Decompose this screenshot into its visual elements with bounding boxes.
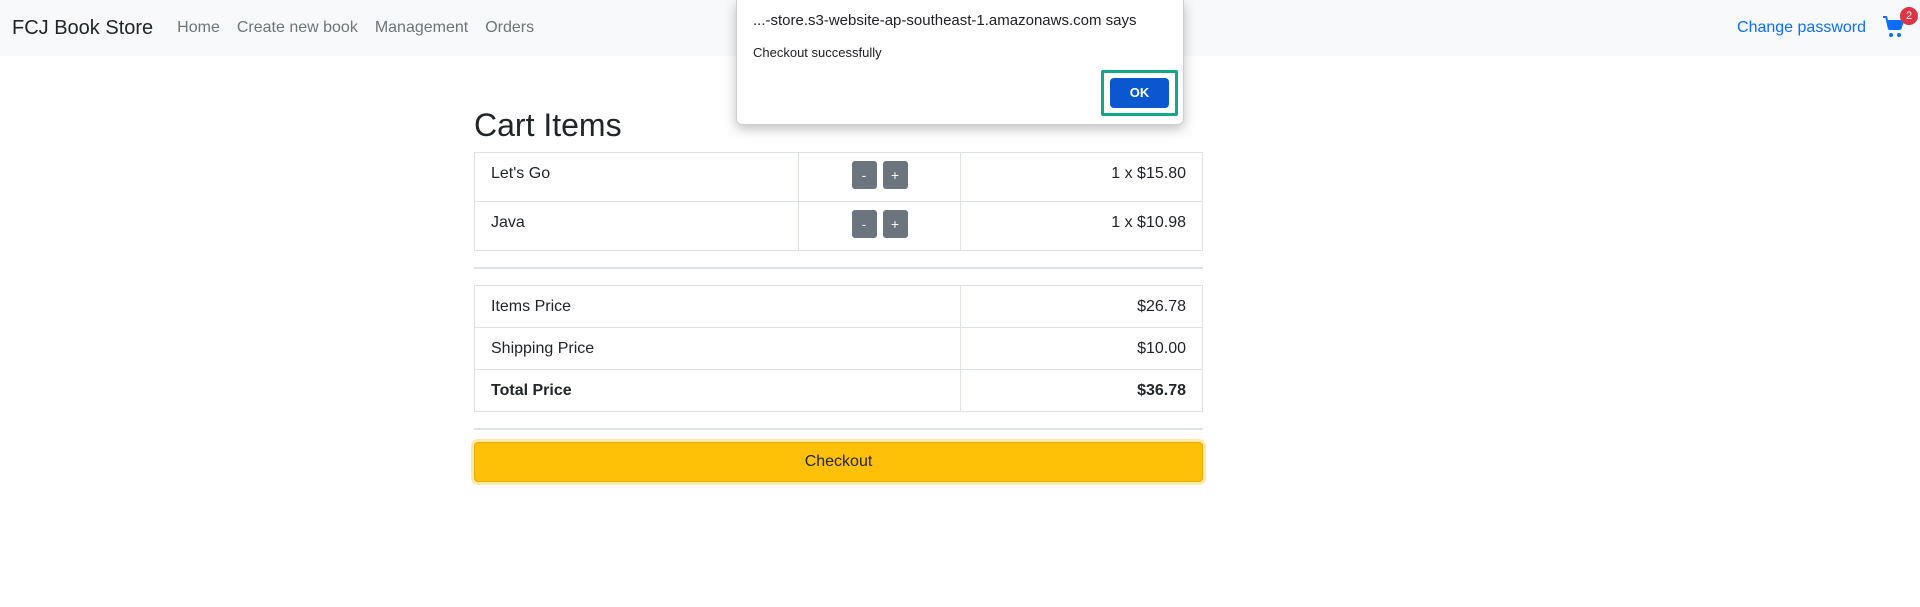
divider: [474, 267, 1203, 269]
summary-row-shipping: Shipping Price $10.00: [474, 327, 1203, 370]
increase-qty-button[interactable]: +: [882, 210, 908, 238]
nav-link-orders[interactable]: Orders: [485, 19, 534, 37]
nav-link-home[interactable]: Home: [177, 19, 220, 37]
ok-button[interactable]: OK: [1110, 78, 1169, 108]
checkout-button[interactable]: Checkout: [474, 442, 1203, 482]
nav-link-create-new-book[interactable]: Create new book: [237, 19, 358, 37]
total-price-value: $36.78: [960, 369, 1203, 412]
cart-item-row: Let's Go - + 1 x $15.80: [474, 152, 1203, 202]
change-password-link[interactable]: Change password: [1737, 19, 1866, 37]
decrease-qty-button[interactable]: -: [851, 210, 877, 238]
alert-dialog: ...-store.s3-website-ap-southeast-1.amaz…: [736, 0, 1184, 125]
price-summary-table: Items Price $26.78 Shipping Price $10.00…: [474, 285, 1203, 412]
item-name: Java: [474, 201, 799, 251]
item-qty-price: 1 x $15.80: [960, 152, 1203, 202]
item-qty-price: 1 x $10.98: [960, 201, 1203, 251]
items-price-value: $26.78: [960, 285, 1203, 328]
summary-row-total: Total Price $36.78: [474, 369, 1203, 412]
cart-button[interactable]: 2: [1882, 7, 1918, 41]
brand-link[interactable]: FCJ Book Store: [12, 17, 153, 40]
decrease-qty-button[interactable]: -: [851, 161, 877, 189]
cart-items-table: Let's Go - + 1 x $15.80 Java - + 1 x $10.9…: [474, 152, 1203, 251]
cart-container: Cart Items Let's Go - + 1 x $15.80 Java -…: [474, 100, 1203, 482]
total-price-label: Total Price: [474, 369, 961, 412]
dialog-message: Checkout successfully: [753, 45, 882, 60]
items-price-label: Items Price: [474, 285, 961, 328]
increase-qty-button[interactable]: +: [882, 161, 908, 189]
cart-item-row: Java - + 1 x $10.98: [474, 201, 1203, 251]
dialog-title: ...-store.s3-website-ap-southeast-1.amaz…: [753, 12, 1137, 29]
item-name: Let's Go: [474, 152, 799, 202]
nav-link-management[interactable]: Management: [375, 19, 468, 37]
ok-button-focus-ring: OK: [1101, 70, 1178, 116]
shipping-price-value: $10.00: [960, 327, 1203, 370]
divider: [474, 428, 1203, 430]
navbar-right: Change password 2: [1737, 0, 1918, 56]
item-controls: - +: [798, 152, 961, 202]
item-controls: - +: [798, 201, 961, 251]
summary-row-items: Items Price $26.78: [474, 285, 1203, 328]
shipping-price-label: Shipping Price: [474, 327, 961, 370]
cart-count-badge: 2: [1900, 7, 1918, 25]
